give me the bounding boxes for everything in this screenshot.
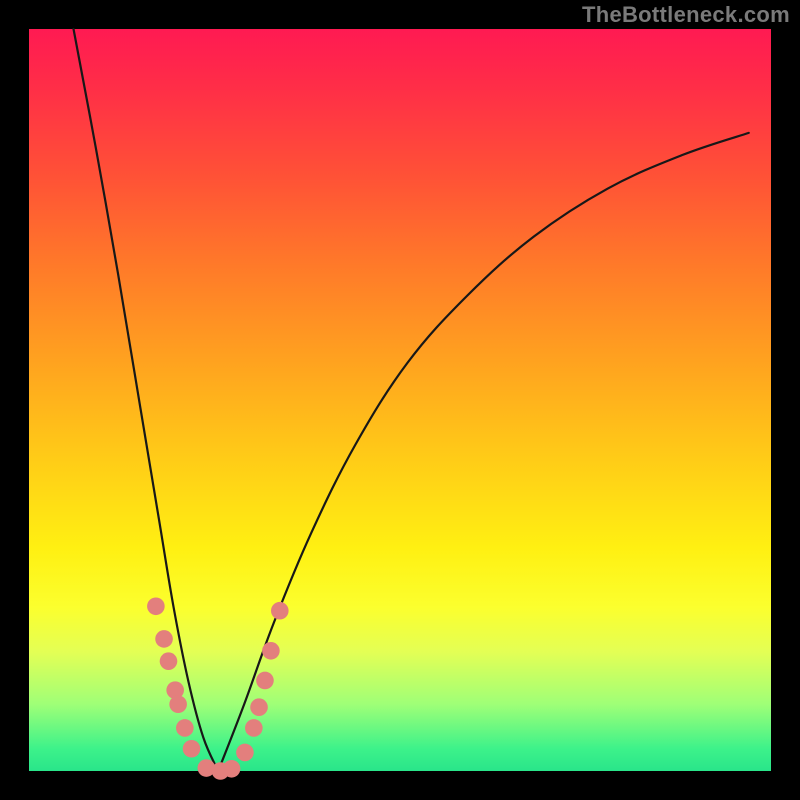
marker-dot	[262, 642, 280, 660]
marker-dot	[256, 672, 274, 690]
marker-dot	[236, 744, 254, 762]
marker-dot	[160, 652, 178, 670]
curve-left-arm	[74, 29, 219, 771]
marker-dot	[223, 760, 241, 778]
curve-right-arm	[218, 133, 749, 771]
attribution-label: TheBottleneck.com	[582, 2, 790, 28]
marker-dot	[271, 602, 289, 620]
chart-frame: TheBottleneck.com	[0, 0, 800, 800]
marker-dot	[155, 630, 173, 648]
plot-area	[29, 29, 771, 771]
chart-svg	[29, 29, 771, 771]
marker-dot	[245, 719, 263, 737]
marker-dot	[169, 695, 187, 713]
marker-dot	[183, 740, 201, 758]
marker-dots-group	[147, 597, 289, 779]
marker-dot	[176, 719, 194, 737]
marker-dot	[147, 597, 165, 615]
marker-dot	[250, 698, 268, 716]
